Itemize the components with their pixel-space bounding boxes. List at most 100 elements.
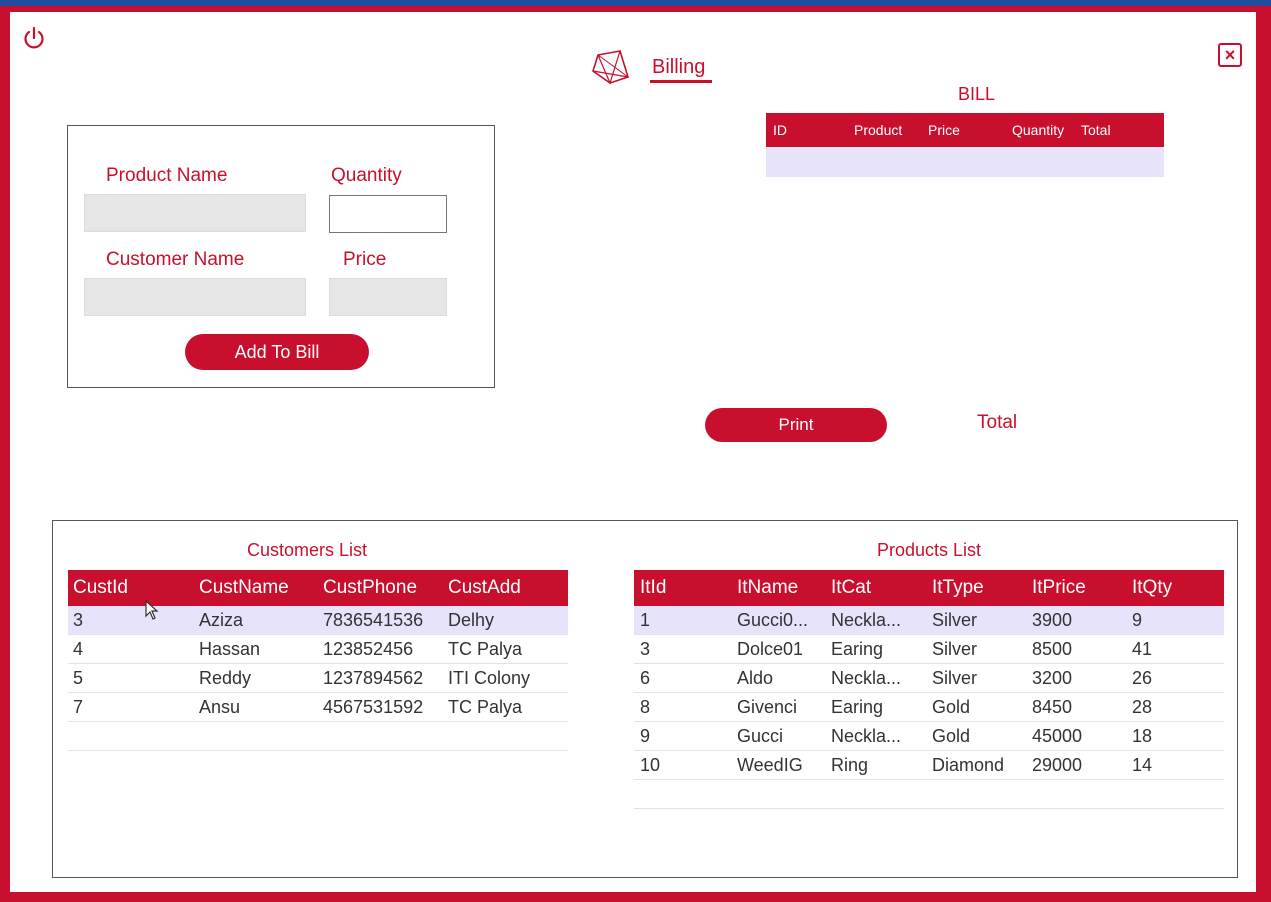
gem-icon (590, 49, 630, 85)
cell: TC Palya (448, 639, 523, 659)
price-input[interactable] (329, 278, 447, 316)
cell: Silver (932, 610, 978, 630)
cell: 8500 (1032, 639, 1073, 659)
cell: 4567531592 (323, 697, 424, 717)
cell: Silver (932, 668, 978, 688)
cust-col-phone[interactable]: CustPhone (323, 577, 417, 599)
empty-row (68, 722, 568, 751)
cell: 3 (640, 639, 651, 659)
cell: Delhy (448, 610, 495, 630)
cell: Gucci (737, 726, 784, 746)
power-icon[interactable] (23, 26, 45, 50)
window-frame-top (0, 0, 1271, 6)
cell: Silver (932, 639, 978, 659)
cell: 14 (1132, 755, 1153, 775)
cell: 8450 (1032, 697, 1073, 717)
cell: 8 (640, 697, 651, 717)
bill-col-total: Total (1081, 122, 1111, 138)
customers-list-title: Customers List (247, 540, 368, 560)
table-row[interactable]: 9 Gucci Neckla... Gold 45000 18 (634, 722, 1224, 751)
cell: 3 (73, 610, 84, 630)
prod-col-id[interactable]: ItId (640, 577, 666, 599)
cell: Gold (932, 726, 971, 746)
bill-row[interactable] (766, 147, 1164, 177)
product-name-input[interactable] (84, 194, 306, 232)
cell: Neckla... (831, 668, 902, 688)
customer-name-label: Customer Name (106, 249, 245, 270)
customer-name-input[interactable] (84, 278, 306, 316)
table-row[interactable]: 1 Gucci0... Neckla... Silver 3900 9 (634, 606, 1224, 635)
cell: Neckla... (831, 610, 902, 630)
table-row[interactable]: 8 Givenci Earing Gold 8450 28 (634, 693, 1224, 722)
title-underline (650, 80, 712, 83)
bill-col-product: Product (854, 122, 903, 138)
cell: WeedIG (737, 755, 803, 775)
mouse-cursor-icon (145, 599, 159, 625)
cell: 28 (1132, 697, 1153, 717)
cell: Diamond (932, 755, 1005, 775)
table-row[interactable]: 4 Hassan 123852456 TC Palya (68, 635, 568, 664)
cell: 9 (640, 726, 651, 746)
cell: 3200 (1032, 668, 1073, 688)
cell: 10 (640, 755, 661, 775)
cell: 26 (1132, 668, 1153, 688)
table-row[interactable]: 7 Ansu 4567531592 TC Palya (68, 693, 568, 722)
quantity-label: Quantity (331, 165, 402, 186)
cell: Neckla... (831, 726, 902, 746)
bill-title: BILL (958, 84, 996, 104)
cell: TC Palya (448, 697, 523, 717)
cell: 1 (640, 610, 651, 630)
prod-col-name[interactable]: ItName (737, 577, 798, 599)
total-label: Total (977, 412, 1018, 433)
table-row[interactable]: 3 Dolce01 Earing Silver 8500 41 (634, 635, 1224, 664)
lists-panel: Customers List CustId CustName CustPhone… (52, 520, 1238, 878)
bill-col-id: ID (773, 122, 787, 138)
customers-table-header: CustId CustName CustPhone CustAdd (68, 570, 568, 606)
table-row[interactable]: 6 Aldo Neckla... Silver 3200 26 (634, 664, 1224, 693)
table-row[interactable]: 10 WeedIG Ring Diamond 29000 14 (634, 751, 1224, 780)
cust-col-id[interactable]: CustId (73, 577, 128, 599)
add-to-bill-button[interactable]: Add To Bill (185, 334, 369, 370)
table-row[interactable]: 5 Reddy 1237894562 ITI Colony (68, 664, 568, 693)
cell: Reddy (199, 668, 252, 688)
quantity-input[interactable] (329, 195, 447, 233)
prod-col-qty[interactable]: ItQty (1132, 577, 1172, 599)
products-table-header: ItId ItName ItCat ItType ItPrice ItQty (634, 570, 1224, 606)
close-button[interactable]: × (1218, 43, 1242, 67)
cell: Ansu (199, 697, 241, 717)
cell: 4 (73, 639, 84, 659)
product-name-label: Product Name (106, 165, 228, 186)
cell: ITI Colony (448, 668, 531, 688)
cell: 41 (1132, 639, 1153, 659)
products-list-title: Products List (877, 540, 982, 560)
cell: Earing (831, 639, 884, 659)
cell: 29000 (1032, 755, 1083, 775)
bill-table-header: ID Product Price Quantity Total (766, 113, 1164, 147)
prod-col-category[interactable]: ItCat (831, 577, 871, 599)
cell: 3900 (1032, 610, 1073, 630)
cell: 7836541536 (323, 610, 424, 630)
customers-table-body: 3 Aziza 7836541536 Delhy 4 Hassan 123852… (68, 606, 568, 751)
cell: Hassan (199, 639, 261, 659)
cell: 45000 (1032, 726, 1083, 746)
cell: Dolce01 (737, 639, 804, 659)
cust-col-name[interactable]: CustName (199, 577, 289, 599)
table-row[interactable]: 3 Aziza 7836541536 Delhy (68, 606, 568, 635)
bill-col-quantity: Quantity (1012, 122, 1065, 138)
close-icon: × (1224, 45, 1236, 65)
print-button[interactable]: Print (705, 408, 887, 442)
cell: Gucci0... (737, 610, 809, 630)
billing-window: Billing × Product Name Quantity Customer… (10, 12, 1256, 892)
cell: Earing (831, 697, 884, 717)
cell: Aldo (737, 668, 774, 688)
cell: 123852456 (323, 639, 414, 659)
prod-col-type[interactable]: ItType (932, 577, 984, 599)
window-title: Billing (652, 56, 706, 78)
price-label: Price (343, 249, 387, 270)
cust-col-address[interactable]: CustAdd (448, 577, 521, 599)
prod-col-price[interactable]: ItPrice (1032, 577, 1086, 599)
product-form: Product Name Quantity Customer Name Pric… (67, 125, 495, 388)
cell: 5 (73, 668, 84, 688)
cell: Aziza (199, 610, 244, 630)
cell: Givenci (737, 697, 798, 717)
